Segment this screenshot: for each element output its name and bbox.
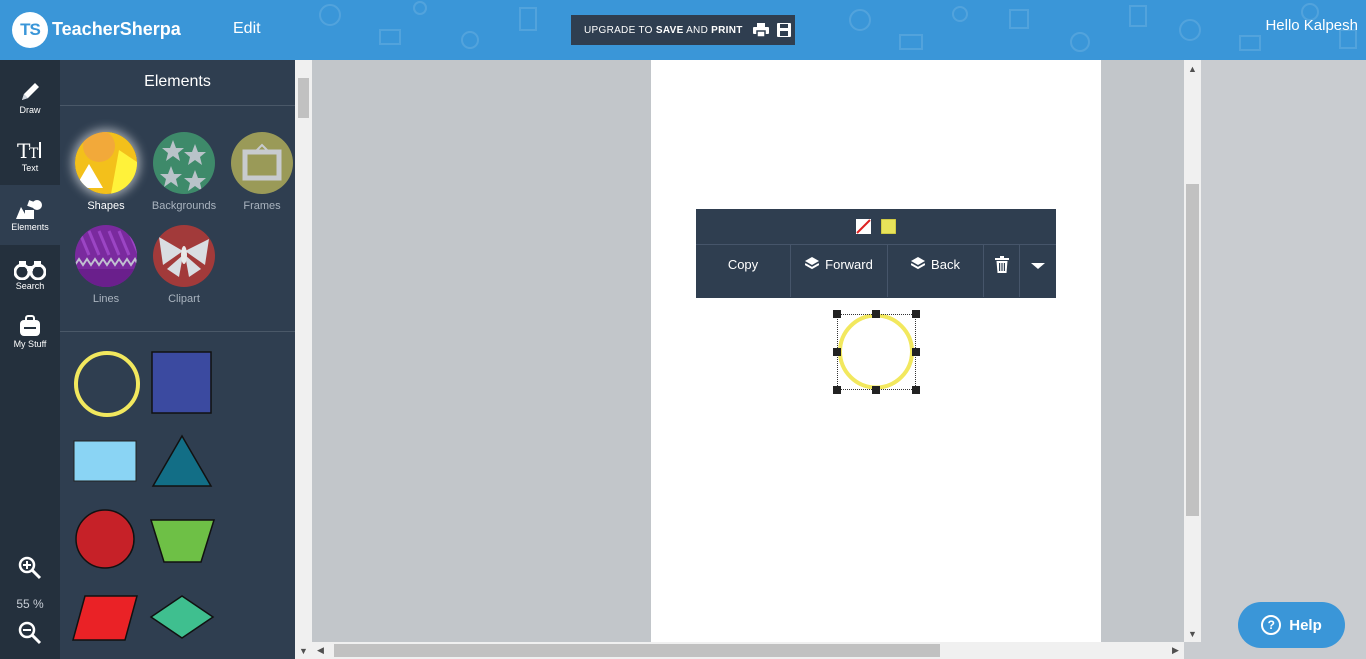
zoom-level: 55 % bbox=[16, 597, 44, 611]
resize-handle-nw[interactable] bbox=[833, 310, 841, 318]
canvas-vertical-thumb[interactable] bbox=[1186, 184, 1199, 516]
help-button[interactable]: ? Help bbox=[1238, 602, 1345, 648]
shape-circle-outline[interactable] bbox=[73, 350, 141, 418]
rail-item-draw[interactable]: Draw bbox=[0, 72, 60, 130]
resize-handle-n[interactable] bbox=[872, 310, 880, 318]
rail-label-text: Text bbox=[21, 163, 39, 173]
category-label-frames: Frames bbox=[243, 200, 281, 212]
no-fill-swatch[interactable] bbox=[856, 219, 871, 234]
shape-square[interactable] bbox=[151, 351, 213, 415]
resize-handle-se[interactable] bbox=[912, 386, 920, 394]
upgrade-button[interactable]: UPGRADE TO SAVE AND PRINT bbox=[571, 15, 795, 45]
resize-handle-sw[interactable] bbox=[833, 386, 841, 394]
panel-scroll-down-arrow[interactable]: ▼ bbox=[295, 642, 312, 659]
forward-button[interactable]: Forward bbox=[791, 245, 888, 297]
panel-divider bbox=[60, 331, 295, 332]
more-options-button[interactable] bbox=[1020, 245, 1056, 297]
selection-box bbox=[833, 310, 920, 394]
printer-icon bbox=[752, 23, 769, 37]
panel-scrollbar[interactable]: ▼ bbox=[295, 60, 312, 659]
brand-name[interactable]: TeacherSherpa bbox=[52, 19, 181, 40]
layers-back-icon bbox=[911, 257, 926, 270]
delete-button[interactable] bbox=[984, 245, 1020, 297]
right-gutter bbox=[1201, 60, 1366, 659]
binoculars-icon bbox=[14, 261, 46, 280]
category-label-shapes: Shapes bbox=[87, 200, 125, 212]
panel-title: Elements bbox=[60, 60, 295, 106]
backgrounds-thumbnail bbox=[153, 132, 215, 194]
help-label: Help bbox=[1289, 616, 1322, 634]
pencil-icon bbox=[22, 83, 39, 100]
caret-down-icon bbox=[1031, 263, 1045, 269]
upgrade-prefix: UPGRADE TO bbox=[584, 24, 656, 36]
zoom-in-icon[interactable] bbox=[18, 556, 42, 580]
resize-handle-ne[interactable] bbox=[912, 310, 920, 318]
zoom-out-icon[interactable] bbox=[18, 621, 42, 645]
category-label-lines: Lines bbox=[92, 293, 120, 305]
rail-item-my-stuff[interactable]: My Stuff bbox=[0, 306, 60, 364]
clipart-thumbnail bbox=[153, 225, 215, 287]
canvas-horizontal-scrollbar[interactable]: ◀ ▶ bbox=[312, 642, 1184, 659]
tool-rail: Draw TT Text Elements Search My Stuff 55… bbox=[0, 60, 60, 659]
lines-thumbnail bbox=[75, 225, 137, 287]
elements-panel: Elements Shapes Backgrounds Frames Lines bbox=[60, 60, 295, 659]
copy-button[interactable]: Copy bbox=[696, 245, 791, 297]
category-lines[interactable]: Lines bbox=[66, 225, 146, 305]
category-shapes[interactable]: Shapes bbox=[66, 132, 146, 212]
rail-item-text[interactable]: TT Text bbox=[0, 130, 60, 188]
rail-label-my-stuff: My Stuff bbox=[13, 339, 47, 349]
frames-thumbnail bbox=[231, 132, 293, 194]
shape-circle[interactable] bbox=[74, 508, 136, 570]
shape-diamond[interactable] bbox=[149, 594, 215, 640]
text-icon: TT bbox=[17, 139, 41, 162]
backpack-icon bbox=[20, 315, 40, 336]
top-bar: TS TeacherSherpa Edit UPGRADE TO SAVE AN… bbox=[0, 0, 1366, 60]
layers-forward-icon bbox=[805, 257, 820, 270]
category-backgrounds[interactable]: Backgrounds bbox=[144, 132, 224, 212]
question-icon: ? bbox=[1261, 615, 1282, 635]
shape-rectangle[interactable] bbox=[73, 440, 138, 483]
shape-parallelogram[interactable] bbox=[71, 594, 139, 642]
category-frames[interactable]: Frames bbox=[222, 132, 295, 212]
shape-triangle[interactable] bbox=[151, 434, 213, 488]
resize-handle-e[interactable] bbox=[912, 348, 920, 356]
canvas-horizontal-thumb[interactable] bbox=[334, 644, 940, 657]
rail-item-elements[interactable]: Elements bbox=[0, 185, 60, 245]
edit-menu[interactable]: Edit bbox=[233, 20, 261, 38]
workspace: Copy Forward Back bbox=[312, 60, 1184, 642]
yellow-color-swatch[interactable] bbox=[881, 219, 896, 234]
panel-scrollbar-thumb[interactable] bbox=[298, 78, 309, 118]
upgrade-print-word: PRINT bbox=[711, 24, 743, 36]
resize-handle-s[interactable] bbox=[872, 386, 880, 394]
back-button[interactable]: Back bbox=[888, 245, 984, 297]
rail-item-search[interactable]: Search bbox=[0, 248, 60, 306]
trash-icon bbox=[994, 255, 1009, 273]
resize-handle-w[interactable] bbox=[833, 348, 841, 356]
shapes-icon bbox=[16, 200, 42, 219]
canvas-scroll-up-arrow[interactable]: ▲ bbox=[1184, 60, 1201, 77]
canvas-vertical-scrollbar[interactable]: ▲ ▼ bbox=[1184, 60, 1201, 642]
save-icon bbox=[776, 23, 791, 37]
back-label: Back bbox=[931, 256, 960, 272]
copy-label: Copy bbox=[727, 256, 759, 272]
rail-label-search: Search bbox=[15, 281, 45, 291]
shapes-thumbnail bbox=[75, 132, 137, 194]
logo-mark[interactable]: TS bbox=[12, 12, 48, 48]
shape-trapezoid[interactable] bbox=[149, 518, 216, 564]
forward-label: Forward bbox=[825, 256, 873, 272]
category-clipart[interactable]: Clipart bbox=[144, 225, 224, 305]
upgrade-and-word: AND bbox=[683, 24, 712, 36]
rail-label-elements: Elements bbox=[11, 222, 49, 232]
upgrade-save-word: SAVE bbox=[655, 24, 684, 36]
canvas-scroll-right-arrow[interactable]: ▶ bbox=[1167, 642, 1184, 659]
svg-text:T: T bbox=[29, 146, 39, 162]
color-row bbox=[696, 209, 1056, 245]
rail-label-draw: Draw bbox=[19, 105, 41, 115]
canvas-scroll-down-arrow[interactable]: ▼ bbox=[1184, 625, 1201, 642]
category-label-clipart: Clipart bbox=[168, 293, 200, 305]
canvas-scroll-left-arrow[interactable]: ◀ bbox=[312, 642, 329, 659]
category-label-backgrounds: Backgrounds bbox=[151, 200, 217, 212]
context-toolbar: Copy Forward Back bbox=[696, 209, 1056, 298]
user-greeting[interactable]: Hello Kalpesh bbox=[1265, 17, 1358, 34]
